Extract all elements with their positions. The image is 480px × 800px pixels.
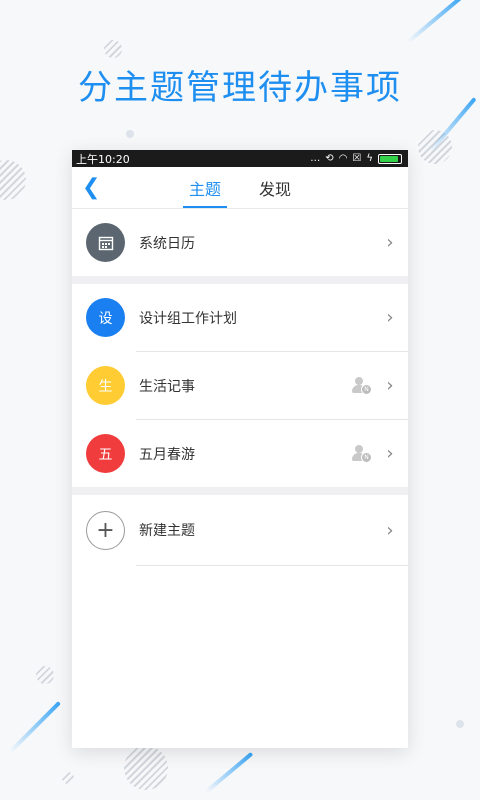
list-item-life-notes[interactable]: 生 生活记事 N › — [72, 352, 408, 419]
calendar-icon — [86, 223, 125, 262]
new-topic-button[interactable]: + 新建主题 › — [72, 495, 408, 565]
decorative-dot — [126, 130, 134, 138]
status-time: 上午10:20 — [76, 152, 130, 166]
headline: 分主题管理待办事项 — [78, 68, 402, 108]
chevron-right-icon: › — [386, 519, 394, 541]
decorative-dot — [456, 720, 464, 728]
add-icon: + — [86, 510, 125, 550]
decorative-streak — [204, 751, 254, 794]
decorative-circle — [36, 666, 54, 684]
chevron-right-icon: › — [386, 307, 394, 328]
charging-icon: ϟ — [366, 153, 373, 164]
tab-topics[interactable]: 主题 — [182, 168, 228, 208]
tab-discover[interactable]: 发现 — [253, 168, 297, 208]
back-arrow-icon[interactable]: ❮ — [82, 175, 100, 200]
battery-icon — [378, 153, 402, 164]
section-gap — [72, 487, 408, 495]
phone-mockup: 上午10:20 … ⟲ ◠ ☒ ϟ ❮ 主题 发现 系统日历 › 设 设计组工作… — [72, 150, 408, 748]
decorative-streak — [406, 0, 463, 44]
list-item-label: 新建主题 — [139, 523, 195, 539]
list-item-spring-outing[interactable]: 五 五月春游 N › — [72, 420, 408, 487]
sync-off-icon: ⟲ — [325, 153, 334, 164]
wifi-icon: ◠ — [338, 153, 348, 164]
chevron-right-icon: › — [386, 375, 394, 396]
list-item-design-plan[interactable]: 设 设计组工作计划 › — [72, 284, 408, 351]
section-gap — [72, 276, 408, 284]
shared-user-icon: N — [352, 444, 372, 463]
tab-bar: 主题 发现 — [182, 168, 297, 208]
chevron-right-icon: › — [386, 232, 394, 253]
topic-avatar: 五 — [86, 434, 125, 473]
topic-avatar: 设 — [86, 298, 125, 337]
sim-icon: ☒ — [352, 153, 362, 164]
decorative-circle — [0, 160, 26, 200]
list-item-label: 设计组工作计划 — [139, 310, 237, 327]
list-item-system-calendar[interactable]: 系统日历 › — [72, 209, 408, 276]
decorative-circle — [124, 746, 168, 790]
status-icons: … ⟲ ◠ ☒ ϟ — [310, 153, 402, 164]
nav-bar: ❮ 主题 发现 — [72, 167, 408, 209]
list-item-label: 五月春游 — [139, 446, 195, 463]
topic-avatar: 生 — [86, 366, 125, 405]
list-item-label: 生活记事 — [139, 378, 195, 395]
decorative-streak — [8, 701, 61, 754]
decorative-circle — [104, 40, 122, 58]
chevron-right-icon: › — [386, 443, 394, 464]
decorative-circle — [62, 772, 74, 784]
shared-user-icon: N — [352, 376, 372, 395]
status-bar: 上午10:20 … ⟲ ◠ ☒ ϟ — [72, 150, 408, 167]
divider — [136, 565, 408, 566]
list-item-label: 系统日历 — [139, 235, 195, 252]
dots-icon: … — [310, 153, 321, 164]
